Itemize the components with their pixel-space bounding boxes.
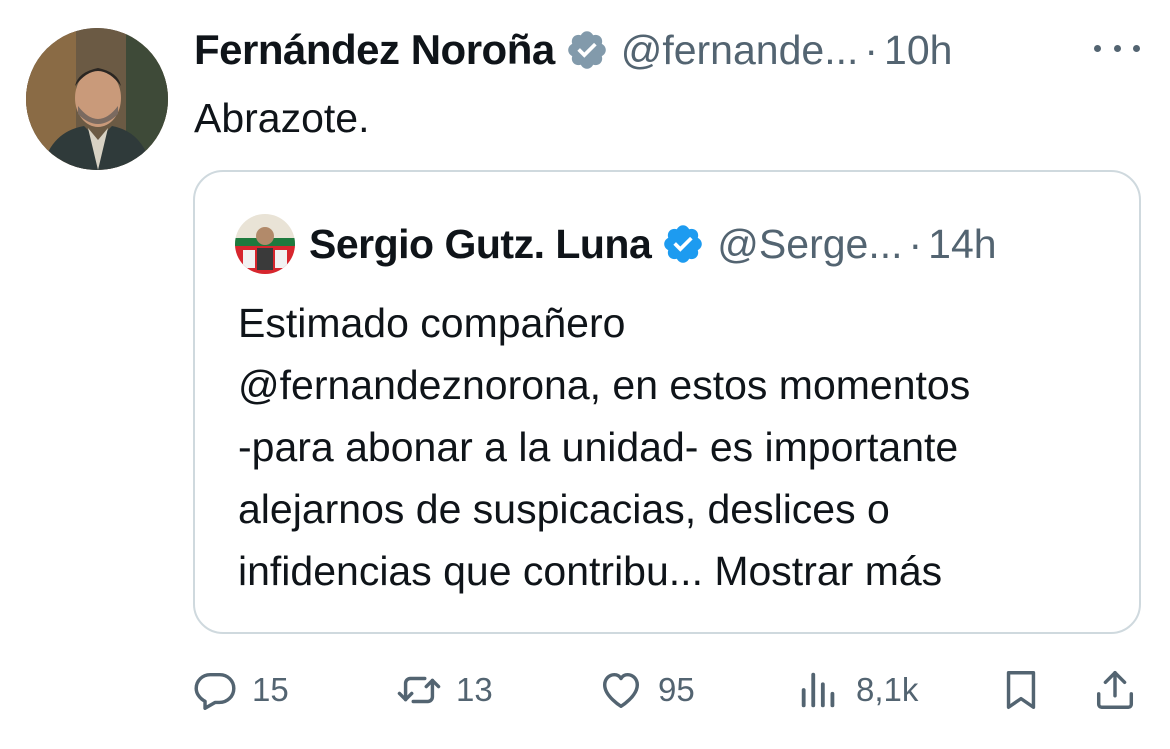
quoted-tweet-timestamp[interactable]: 14h: [928, 221, 996, 268]
author-handle[interactable]: @fernande...: [621, 27, 859, 74]
views-count: 8,1k: [856, 671, 919, 708]
tweet-text: Abrazote.: [194, 95, 370, 141]
heart-icon: [602, 672, 640, 709]
quoted-author-avatar[interactable]: [235, 214, 295, 274]
share-button[interactable]: [1092, 655, 1138, 725]
quoted-text-line: -para abonar a la unidad- es importante: [238, 424, 959, 470]
repost-arrows-icon: [397, 676, 441, 704]
speech-bubble-icon: [194, 672, 236, 710]
bookmark-icon: [1006, 671, 1036, 709]
quoted-text-line: Estimado compañero: [238, 300, 626, 346]
verified-badge-blue-icon[interactable]: [661, 222, 705, 266]
more-dots-icon[interactable]: [1094, 30, 1140, 66]
verified-badge-gray-icon[interactable]: [565, 28, 609, 72]
quoted-author-handle[interactable]: @Serge...: [717, 221, 902, 268]
repost-count: 13: [456, 671, 493, 708]
author-name[interactable]: Fernández Noroña: [194, 26, 555, 74]
quoted-text-line: infidencias que contribu... Mostrar más: [238, 548, 943, 594]
like-count: 95: [658, 671, 695, 708]
author-avatar[interactable]: [26, 28, 168, 170]
quoted-tweet-header: Sergio Gutz. Luna @Serge... · 14h: [309, 214, 997, 274]
views-button[interactable]: 8,1k: [796, 655, 918, 725]
separator-dot: ·: [864, 26, 879, 73]
like-button[interactable]: 95: [598, 655, 695, 725]
quoted-text-line: alejarnos de suspicacias, deslices o: [238, 486, 890, 532]
quoted-author-avatar-image: [235, 214, 295, 274]
quoted-author-name[interactable]: Sergio Gutz. Luna: [309, 221, 652, 268]
quoted-tweet-text: Estimado compañero @fernandeznorona, en …: [238, 292, 1118, 602]
bookmark-button[interactable]: [998, 655, 1044, 725]
tweet-action-bar: 15 13 95 8,1k: [0, 655, 1170, 725]
tweet-timestamp[interactable]: 10h: [884, 27, 952, 74]
quoted-text-line: @fernandeznorona, en estos momentos: [238, 362, 971, 408]
quoted-tweet-card[interactable]: Sergio Gutz. Luna @Serge... · 14h Estima…: [193, 170, 1141, 634]
bar-chart-icon: [801, 672, 835, 708]
repost-button[interactable]: 13: [396, 655, 493, 725]
tweet-header: Fernández Noroña @fernande... · 10h: [194, 22, 952, 78]
reply-count: 15: [252, 671, 289, 708]
share-upload-icon: [1096, 671, 1134, 709]
reply-button[interactable]: 15: [192, 655, 289, 725]
quoted-separator-dot: ·: [908, 220, 923, 267]
author-avatar-image: [26, 28, 168, 170]
